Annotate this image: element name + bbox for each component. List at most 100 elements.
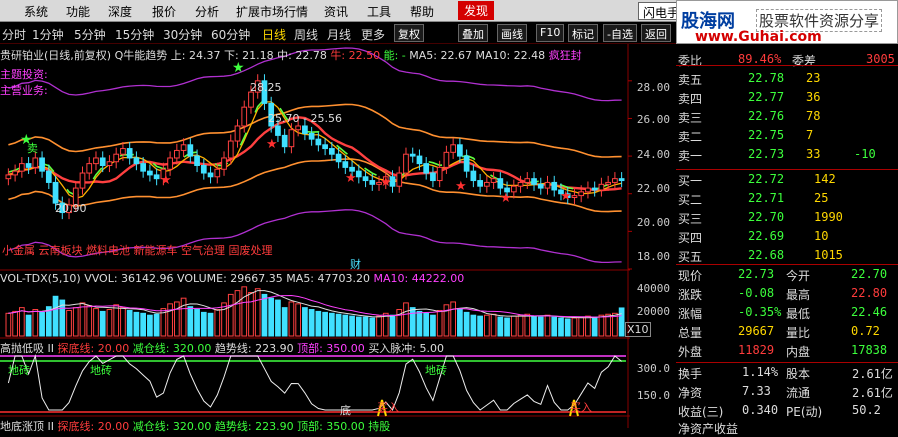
candle-body — [93, 157, 99, 165]
buy-price: 22.72 — [748, 172, 785, 186]
candle-body — [295, 125, 302, 131]
buy-level-label: 买四 — [678, 231, 703, 245]
floor-marker-1: 地砖 — [8, 364, 30, 377]
menu-depth[interactable]: 深度 — [108, 3, 132, 20]
menu-extended-market[interactable]: 扩展市场行情 — [236, 3, 308, 20]
stat-value: -0.08 — [738, 286, 775, 300]
ind2-name: 地底涨顶 II — [0, 420, 54, 433]
volume-bar — [335, 313, 342, 337]
ind1-name: 高抛低吸 II — [0, 342, 54, 355]
volume-bar — [93, 308, 99, 337]
candle-body — [585, 187, 591, 193]
stock-name: 贵研铂业(日线,前复权) — [0, 49, 112, 62]
menu-function[interactable]: 功能 — [66, 3, 90, 20]
stat-value: 17838 — [851, 343, 888, 357]
period-15min[interactable]: 15分钟 — [115, 26, 154, 43]
indicator-name: Q牛能趋势 — [114, 49, 168, 62]
lower-value: 下: 21.18 — [223, 49, 274, 62]
low-label: 20.90 — [55, 202, 87, 215]
candle-body — [537, 183, 544, 189]
volume-bar — [376, 315, 382, 337]
stat-label: 内盘 — [786, 345, 811, 359]
sell-price: 22.78 — [748, 71, 785, 85]
sell-price: 22.75 — [748, 128, 785, 142]
candle-body — [450, 144, 457, 153]
stat-label: 涨跌 — [678, 288, 703, 302]
menu-tools[interactable]: 工具 — [367, 3, 391, 20]
chart-area[interactable]: ★ ★ ★ ★ ★ ★ ★ ★ ★ 贵研铂业(日线,前复权) Q牛能趋势 上: 24.37 下:… — [0, 44, 676, 433]
buy-price: 22.71 — [748, 191, 785, 205]
ind1-dingbu: 顶部: 350.00 — [297, 342, 365, 355]
candle-body — [322, 144, 328, 150]
volume-bar — [234, 290, 241, 337]
menu-quote[interactable]: 报价 — [152, 3, 176, 20]
volume-bar — [12, 310, 18, 337]
candle-body — [315, 138, 322, 146]
period-5min[interactable]: 5分钟 — [74, 26, 106, 43]
period-30min[interactable]: 30分钟 — [163, 26, 202, 43]
period-daily[interactable]: 日线 — [262, 26, 286, 43]
volume-bar — [450, 301, 457, 337]
stat-label: 涨幅 — [678, 307, 703, 321]
menu-analysis[interactable]: 分析 — [195, 3, 219, 20]
sell-price: 22.76 — [748, 109, 785, 123]
volume-bar — [248, 292, 254, 337]
candle-body — [106, 161, 113, 167]
volume-bar — [524, 313, 531, 337]
sell-level-label: 卖四 — [678, 92, 703, 106]
back-button[interactable]: 返回 — [641, 24, 671, 42]
ind1-tan: 探底线: 20.00 — [57, 342, 130, 355]
volume-bar — [79, 302, 86, 337]
y-tick: 22.00 — [636, 182, 670, 195]
period-60min[interactable]: 60分钟 — [211, 26, 250, 43]
f10-button[interactable]: F10 — [536, 24, 565, 42]
stat-label: 收益(三) — [678, 405, 724, 419]
candle-body — [409, 153, 416, 157]
volume-bar — [430, 314, 436, 337]
y-tick: 26.00 — [636, 113, 670, 126]
candle-body — [612, 178, 618, 183]
ind1-mai: 买入脉冲: 5.00 — [368, 342, 445, 355]
adjust-button[interactable]: 复权 — [394, 24, 424, 42]
ind2-tan: 探底线: 20.00 — [57, 420, 130, 433]
volume-bar — [288, 301, 295, 337]
sell-level-label: 卖三 — [678, 111, 703, 125]
bottom-marker: 底 — [340, 404, 351, 417]
volume-bar — [483, 314, 490, 337]
volume-bar — [52, 295, 59, 337]
period-bar: 分时 1分钟 5分钟 15分钟 30分钟 60分钟 日线 周线 月线 更多 复权… — [0, 22, 676, 44]
volume-bar — [173, 301, 180, 337]
menu-system[interactable]: 系统 — [24, 3, 48, 20]
period-more[interactable]: 更多 — [361, 26, 385, 43]
buy-level-label: 买二 — [678, 193, 703, 207]
volume-bar — [268, 297, 275, 337]
stat-value: 11829 — [738, 343, 775, 357]
discover-button[interactable]: 发现 — [458, 1, 495, 20]
candle-body — [200, 165, 207, 174]
watchlist-button[interactable]: -自选 — [603, 24, 637, 42]
volume-bar — [591, 316, 598, 337]
buy-volume: 142 — [814, 172, 836, 186]
period-monthly[interactable]: 月线 — [327, 26, 351, 43]
main-indicator-header: 贵研铂业(日线,前复权) Q牛能趋势 上: 24.37 下: 21.18 中: … — [0, 47, 582, 63]
menu-info[interactable]: 资讯 — [324, 3, 348, 20]
draw-button[interactable]: 画线 — [497, 24, 527, 42]
overlay-button[interactable]: 叠加 — [458, 24, 488, 42]
volume-bar — [295, 303, 302, 337]
period-fenshi[interactable]: 分时 — [2, 26, 26, 43]
period-weekly[interactable]: 周线 — [294, 26, 318, 43]
volume-bar — [261, 293, 268, 337]
stat-label: 最高 — [786, 288, 811, 302]
candle-body — [524, 178, 531, 183]
menu-help[interactable]: 帮助 — [410, 3, 434, 20]
buy-price: 22.68 — [748, 248, 785, 262]
period-1min[interactable]: 1分钟 — [32, 26, 64, 43]
indicator1-header: 高抛低吸 II 探底线: 20.00 减仓线: 320.00 趋势线: 223.… — [0, 340, 444, 356]
stat-value: 2.61亿 — [852, 367, 893, 381]
candle-body — [39, 157, 45, 172]
sell-change: -10 — [854, 147, 876, 161]
candle-body — [12, 170, 18, 176]
volume-bar — [147, 314, 153, 337]
mark-button[interactable]: 标记 — [568, 24, 598, 42]
buy-volume: 1015 — [814, 248, 843, 262]
